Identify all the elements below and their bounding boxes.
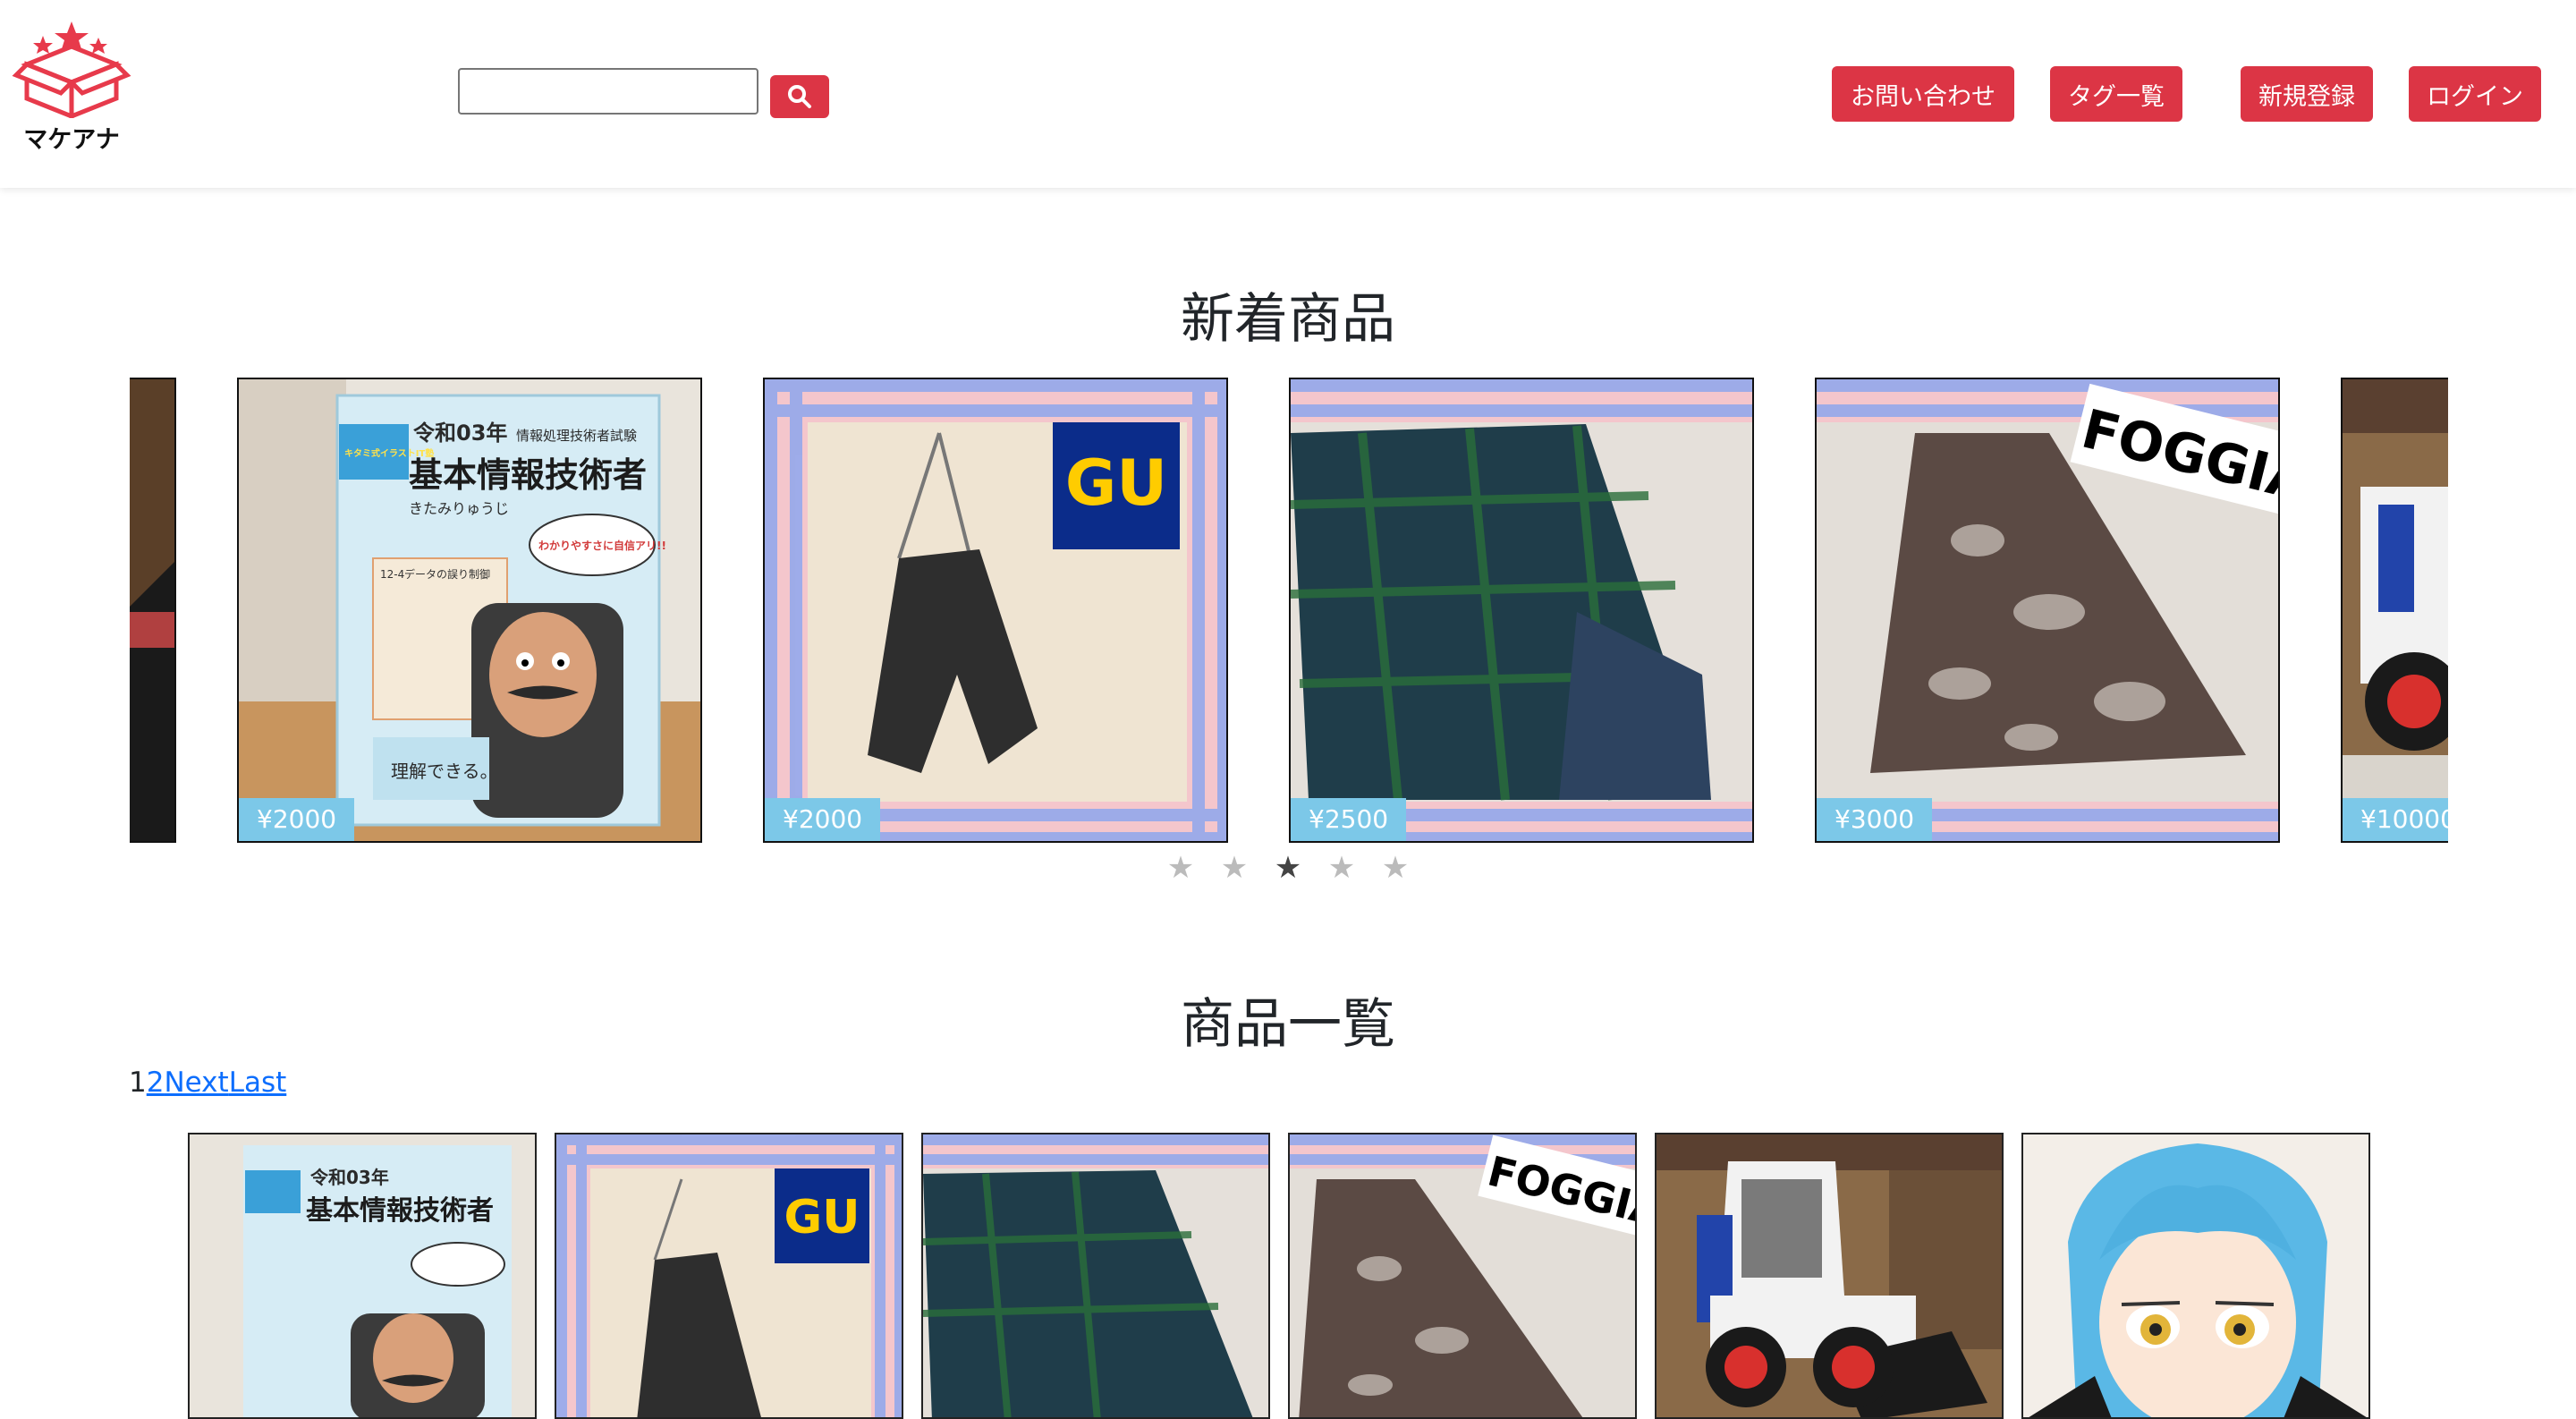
price-tag: ¥10000 (2343, 798, 2448, 841)
book-tagline: 理解できる。 (391, 760, 498, 782)
pagination-current: 1 (129, 1066, 147, 1099)
overalls-image: GU (765, 379, 1226, 841)
price-tag: ¥2000 (239, 798, 355, 841)
book-exam: 情報処理技術者試験 (516, 428, 637, 444)
carousel-dot[interactable]: ★ (1208, 850, 1261, 886)
pagination-last[interactable]: Last (229, 1066, 287, 1099)
anime-character-image (2023, 1134, 2368, 1417)
plaid-dress-image (923, 1134, 1268, 1417)
new-arrivals-title: 新着商品 (1181, 288, 1395, 351)
product-card[interactable] (921, 1133, 1270, 1419)
book-chapter: 12-4 (380, 568, 404, 581)
product-card[interactable] (2021, 1133, 2370, 1419)
floral-dress-image: FOGGIA (1290, 1134, 1635, 1417)
carousel-dot[interactable]: ★ (1368, 850, 1422, 886)
price-tag: ¥2000 (765, 798, 881, 841)
carousel-slide[interactable]: ¥2500 (1289, 378, 1754, 843)
contact-button[interactable]: お問い合わせ (1832, 66, 2014, 122)
tags-button[interactable]: タグ一覧 (2050, 66, 2182, 122)
carousel-slide[interactable]: FOGGIA ¥3000 (1815, 378, 2280, 843)
skid-steer-image (130, 379, 174, 841)
book-author: きたみりゅうじ (409, 500, 509, 517)
skid-steer-image (1657, 1134, 2002, 1417)
brand-gu: GU (784, 1191, 860, 1245)
search-button[interactable] (770, 75, 829, 118)
logo-text: マケアナ (23, 126, 120, 154)
site-header: マケアナ お問い合わせ タグ一覧 新規登録 ログイン (0, 0, 2576, 188)
price-tag: ¥3000 (1817, 798, 1933, 841)
pagination-next[interactable]: Next (164, 1066, 228, 1099)
overalls-image: GU (556, 1134, 902, 1417)
book-chapter-title: データの誤り制御 (404, 567, 490, 581)
carousel-dot[interactable]: ★ (1315, 850, 1368, 886)
login-button[interactable]: ログイン (2409, 66, 2541, 122)
book-title: 基本情報技術者 (306, 1195, 494, 1227)
product-card[interactable]: FOGGIA (1288, 1133, 1637, 1419)
carousel-slide[interactable] (130, 378, 176, 843)
product-card[interactable]: 令和03年 基本情報技術者 (188, 1133, 537, 1419)
product-card[interactable] (1655, 1133, 2004, 1419)
book-bubble: わかりやすさに自信アリ!! (538, 539, 666, 552)
product-list-title: 商品一覧 (1181, 993, 1395, 1056)
new-arrivals-carousel[interactable]: 令和03年 情報処理技術者試験 キタミ式イラストIT塾 基本情報技術者 きたみり… (130, 378, 2448, 845)
carousel-slide[interactable]: GU ¥2000 (763, 378, 1228, 843)
pagination-page-2[interactable]: 2 (147, 1066, 165, 1099)
pagination: 12NextLast (129, 1066, 286, 1099)
carousel-dots: ★ ★ ★ ★ ★ (0, 850, 2576, 886)
search-input[interactable] (458, 68, 758, 115)
carousel-slide[interactable]: ¥10000 (2341, 378, 2448, 843)
textbook-image: 令和03年 基本情報技術者 (190, 1134, 535, 1417)
textbook-image: 令和03年 情報処理技術者試験 キタミ式イラストIT塾 基本情報技術者 きたみり… (239, 379, 700, 841)
carousel-dot[interactable]: ★ (1154, 850, 1208, 886)
book-title: 基本情報技術者 (409, 455, 647, 495)
plaid-dress-image (1291, 379, 1752, 841)
book-reiwa: 令和03年 (310, 1167, 389, 1188)
search-icon (788, 85, 811, 108)
site-logo[interactable]: マケアナ (9, 20, 134, 154)
skid-steer-image (2343, 379, 2448, 841)
floral-dress-image: FOGGIA (1817, 379, 2278, 841)
signup-button[interactable]: 新規登録 (2241, 66, 2373, 122)
box-star-icon (12, 21, 131, 120)
carousel-slide[interactable]: 令和03年 情報処理技術者試験 キタミ式イラストIT塾 基本情報技術者 きたみり… (237, 378, 702, 843)
brand-gu: GU (1065, 446, 1167, 520)
carousel-dot-active[interactable]: ★ (1261, 850, 1315, 886)
product-card[interactable]: GU (555, 1133, 903, 1419)
book-reiwa: 令和03年 (413, 421, 507, 446)
price-tag: ¥2500 (1291, 798, 1407, 841)
